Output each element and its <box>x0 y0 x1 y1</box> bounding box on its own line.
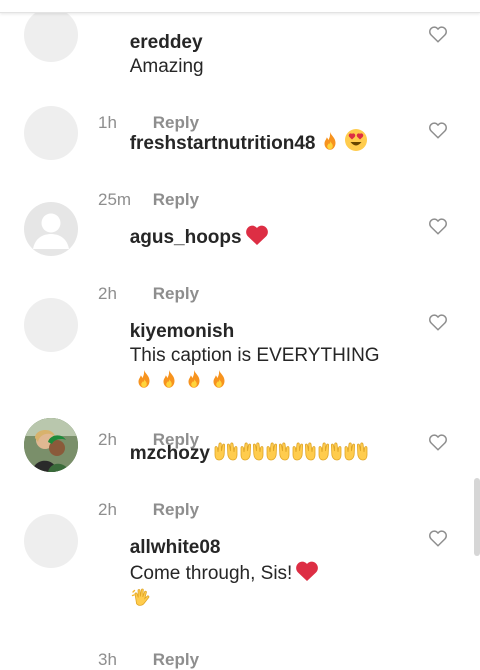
fire-emoji <box>208 368 230 390</box>
comment-item: agus_hoops 2h Reply <box>0 192 480 303</box>
comment-item: mzchozy 2h Reply <box>0 408 480 519</box>
comment-text: Amazing <box>129 56 204 77</box>
heart-outline-icon[interactable] <box>428 313 448 331</box>
fire-emoji <box>133 368 155 390</box>
avatar[interactable] <box>24 8 78 62</box>
red-heart-emoji <box>295 560 319 582</box>
waving-hand-emoji <box>130 586 154 610</box>
red-heart-emoji <box>245 224 269 246</box>
fire-emoji <box>319 130 341 152</box>
raising-hands-emoji <box>317 440 343 462</box>
comment-username[interactable]: ereddey <box>130 32 203 53</box>
raising-hands-emoji <box>265 440 291 462</box>
comment-username[interactable]: mzchozy <box>130 443 210 464</box>
comment-text: This caption is EVERYTHING <box>129 345 380 366</box>
comment-username[interactable]: freshstartnutrition48 <box>130 133 316 154</box>
fire-emoji <box>183 368 205 390</box>
raising-hands-emoji <box>213 440 239 462</box>
comment-username[interactable]: kiyemonish <box>130 321 235 342</box>
comment-item: kiyemonish This caption is EVERYTHING 2h… <box>0 288 480 449</box>
comment-text: Come through, Sis! <box>129 563 293 584</box>
avatar[interactable] <box>24 106 78 160</box>
avatar[interactable] <box>24 514 78 568</box>
raising-hands-emoji <box>239 440 265 462</box>
comment-item: ereddey Amazing 1h Reply <box>0 0 480 132</box>
comment-username[interactable]: allwhite08 <box>130 537 221 558</box>
avatar[interactable] <box>24 418 78 472</box>
raising-hands-emoji <box>291 440 317 462</box>
scrollbar-thumb[interactable] <box>474 478 480 556</box>
reply-button[interactable]: Reply <box>153 650 199 669</box>
heart-outline-icon[interactable] <box>428 121 448 139</box>
heart-outline-icon[interactable] <box>428 217 448 235</box>
heart-outline-icon[interactable] <box>428 529 448 547</box>
fire-emoji <box>158 368 180 390</box>
comment-item: freshstartnutrition48 25m Reply <box>0 96 480 209</box>
heart-outline-icon[interactable] <box>428 433 448 451</box>
heart-outline-icon[interactable] <box>428 25 448 43</box>
avatar[interactable] <box>24 298 78 352</box>
comment-username[interactable]: agus_hoops <box>130 227 242 248</box>
comment-item: allwhite08 Come through, Sis! 3h Reply <box>0 504 480 669</box>
default-avatar-icon[interactable] <box>24 202 78 256</box>
raising-hands-emoji <box>343 440 369 462</box>
comment-time: 3h <box>98 650 117 669</box>
top-bar <box>0 0 480 13</box>
heart-eyes-emoji <box>344 128 368 152</box>
